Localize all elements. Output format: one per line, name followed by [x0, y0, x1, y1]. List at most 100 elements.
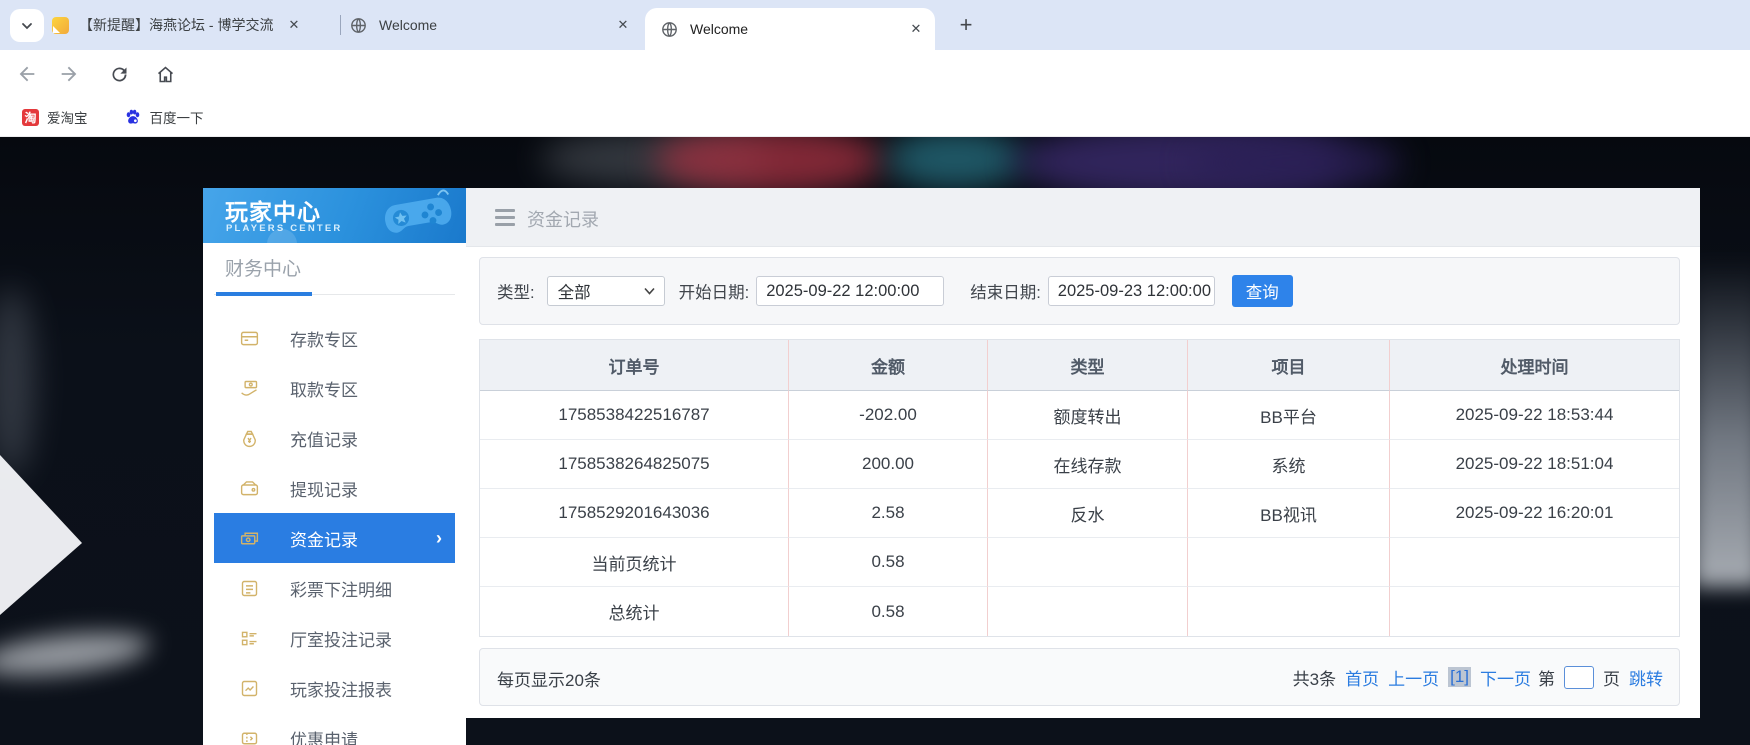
jump-prefix-label: 第 [1538, 669, 1555, 689]
table-cell: 在线存款 [987, 440, 1187, 489]
deposit-icon [240, 331, 258, 345]
type-filter-label: 类型: [497, 284, 535, 302]
sidebar-item-withdraw[interactable]: 取款专区 [203, 363, 466, 413]
search-button[interactable]: 查询 [1231, 275, 1293, 307]
browser-window: 【新提醒】海燕论坛 - 博学交流 ✕ Welcome ✕ Welcome ✕ + [0, 0, 1750, 745]
table-cell [1389, 538, 1679, 587]
table-cell: 200.00 [788, 440, 987, 489]
gamepad-icon [385, 189, 452, 233]
end-date-label: 结束日期: [970, 284, 1041, 302]
start-date-label: 开始日期: [678, 284, 750, 302]
hall-bet-record-icon [241, 631, 256, 645]
bookmark-label: 爱淘宝 [47, 111, 88, 126]
browser-toolbar: js13.cc/hhcp/usercenter.html?iniType=6 [0, 50, 1750, 142]
table-cell [987, 587, 1187, 636]
sidebar-section-title: 财务中心 [225, 259, 302, 280]
backdrop-blur-decor [1190, 137, 1400, 193]
table-cell: BB视讯 [1187, 489, 1389, 538]
sidebar-item-lottery-bet-detail[interactable]: 彩票下注明细 [203, 563, 466, 613]
back-button[interactable] [11, 58, 43, 90]
jump-button[interactable]: 跳转 [1629, 665, 1663, 690]
funds-records-table: 订单号 金额 类型 项目 处理时间 1758538422516787 -202.… [479, 339, 1680, 637]
sidebar-item-player-bet-report[interactable]: 玩家投注报表 [203, 663, 466, 713]
sidebar-item-recharge-records[interactable]: 充值记录 [203, 413, 466, 463]
bookmark-baidu[interactable]: 百度一下 [124, 107, 204, 127]
backdrop-triangle-decor [0, 455, 82, 615]
backdrop-blur-decor [0, 287, 34, 477]
table-cell: 0.58 [788, 587, 987, 636]
tab-title: Welcome [379, 17, 438, 33]
forward-button[interactable] [53, 58, 85, 90]
table-cell [1187, 587, 1389, 636]
withdrawal-record-icon [240, 480, 258, 495]
table-cell: 1758538264825075 [480, 440, 788, 489]
table-cell [987, 538, 1187, 587]
section-divider [214, 292, 455, 296]
sidebar-item-hall-bet-records[interactable]: 厅室投注记录 [203, 613, 466, 663]
home-button[interactable] [149, 58, 181, 90]
table-cell: BB平台 [1187, 391, 1389, 440]
table-cell: 0.58 [788, 538, 987, 587]
reload-icon [112, 67, 127, 82]
close-icon[interactable]: ✕ [907, 20, 925, 38]
first-page-link[interactable]: 首页 [1345, 665, 1379, 690]
tab-welcome-1[interactable]: Welcome ✕ [350, 0, 632, 50]
type-select[interactable]: 全部 [546, 276, 665, 306]
funds-record-icon [240, 532, 258, 544]
tab-title: 【新提醒】海燕论坛 - 博学交流 [79, 17, 274, 33]
sidebar-item-promo-apply[interactable]: 优惠申请 [203, 713, 466, 745]
table-cell: 系统 [1187, 440, 1389, 489]
next-page-link[interactable]: 下一页 [1480, 665, 1531, 690]
page-title: 资金记录 [527, 210, 599, 230]
table-cell [1187, 538, 1389, 587]
start-date-input[interactable] [756, 276, 945, 306]
sidebar-item-deposit[interactable]: 存款专区 [203, 313, 466, 363]
page-jump-input[interactable] [1564, 665, 1594, 689]
end-date-input[interactable] [1047, 276, 1215, 306]
lottery-detail-icon [241, 580, 257, 596]
taobao-icon: 淘 [22, 108, 39, 126]
menu-icon[interactable] [495, 209, 515, 226]
chevron-down-icon [22, 22, 32, 29]
type-select-value: 全部 [557, 284, 591, 302]
table-cell: 额度转出 [987, 391, 1187, 440]
tab-title: Welcome [690, 21, 749, 37]
backdrop-blur-decor [655, 137, 885, 195]
backdrop-blur-decor [1692, 257, 1750, 587]
close-icon[interactable]: ✕ [285, 16, 303, 34]
new-tab-button[interactable]: + [952, 11, 980, 39]
table-cell: 2025-09-22 18:51:04 [1389, 440, 1679, 489]
sidebar-item-withdrawal-records[interactable]: 提现记录 [203, 463, 466, 513]
column-header: 类型 [987, 340, 1187, 391]
sidebar-title: 玩家中心 [225, 199, 321, 225]
table-cell: 2025-09-22 16:20:01 [1389, 489, 1679, 538]
table-cell: 反水 [987, 489, 1187, 538]
close-icon[interactable]: ✕ [614, 16, 632, 34]
tab-strip: 【新提醒】海燕论坛 - 博学交流 ✕ Welcome ✕ Welcome ✕ + [0, 0, 1750, 50]
forward-arrow-icon [61, 66, 77, 82]
sidebar-item-funds-records[interactable]: 资金记录 › [214, 513, 455, 563]
prev-page-link[interactable]: 上一页 [1388, 665, 1439, 690]
tab-search-button[interactable] [10, 9, 44, 42]
column-header: 处理时间 [1389, 340, 1679, 391]
tab-forum[interactable]: 【新提醒】海燕论坛 - 博学交流 ✕ [52, 0, 334, 50]
reload-button[interactable] [103, 58, 135, 90]
backdrop-blur-decor [885, 137, 1025, 189]
promo-apply-icon [241, 732, 257, 744]
backdrop-blur-decor [0, 626, 150, 682]
player-center-sidebar: 玩家中心 PLAYERS CENTER 财务中心 存款专区 取款专区 充值记录 … [203, 188, 466, 745]
tab-welcome-2-active[interactable]: Welcome ✕ [645, 8, 935, 50]
table-cell: 总统计 [608, 604, 660, 623]
filter-bar: 类型: 全部 开始日期: 结束日期: 查询 [479, 257, 1680, 325]
table-cell: 当前页统计 [480, 538, 788, 587]
bookmark-taobao[interactable]: 淘 爱淘宝 [22, 107, 88, 127]
globe-icon [662, 21, 677, 37]
player-report-icon [241, 680, 257, 696]
table-cell: 1758529201643036 [480, 489, 788, 538]
table-cell: 2025-09-22 18:53:44 [1389, 391, 1679, 440]
table-cell: 1758538422516787 [480, 391, 788, 440]
pagination-bar: 每页显示20条 共3条 首页 上一页 [1] 下一页 第 页 跳转 [479, 648, 1680, 706]
recharge-record-icon [242, 430, 256, 447]
table-cell: -202.00 [788, 391, 987, 440]
panel-topbar: 资金记录 [466, 188, 1700, 247]
